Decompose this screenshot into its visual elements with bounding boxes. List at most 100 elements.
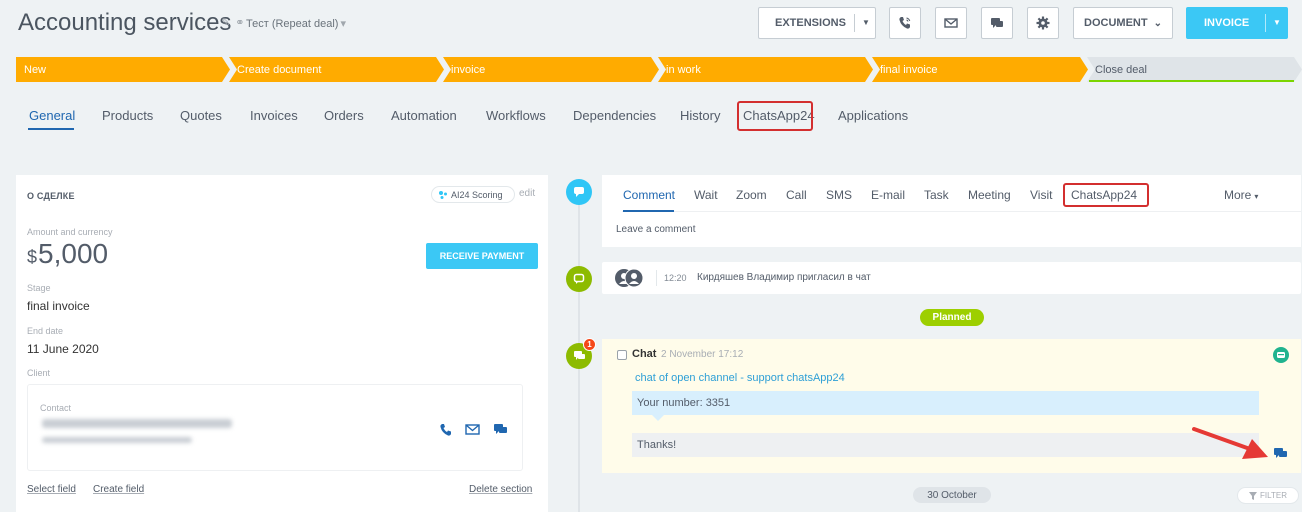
tab-dependencies[interactable]: Dependencies [573,108,656,123]
editor-tab-visit[interactable]: Visit [1030,188,1052,202]
scoring-icon [439,191,447,199]
chat-button[interactable] [981,7,1013,39]
chevron-down-icon: ▾ [340,18,346,30]
tab-invoices[interactable]: Invoices [250,108,298,123]
select-field-link[interactable]: Select field [27,484,76,495]
pipeline-stage-create-document[interactable]: Create document [229,57,444,82]
extensions-label: EXTENSIONS [775,17,846,29]
bottom-strip [0,512,1302,527]
arrow-annotation [1192,427,1268,459]
tab-orders[interactable]: Orders [324,108,364,123]
extensions-button[interactable]: EXTENSIONS ▼ [758,7,876,39]
card-title: О СДЕЛКЕ [27,191,75,201]
chevron-down-icon[interactable]: ▼ [1273,18,1281,27]
editor-tab-comment[interactable]: Comment [623,188,675,202]
editor-tab-meeting[interactable]: Meeting [968,188,1011,202]
page-title: Accounting services [18,9,232,36]
incoming-message: Your number: 3351 [632,391,1259,415]
title-actions: ✎ ⚭ [221,16,245,29]
stage-label: invoice [451,63,486,76]
pipeline-stage-final-invoice[interactable]: final invoice [872,57,1088,82]
unread-badge: 1 [583,338,596,351]
tab-history[interactable]: History [680,108,720,123]
chat-icon[interactable] [493,423,508,436]
pipeline-stage-in-work[interactable]: in work [658,57,873,82]
message-text: Thanks! [637,439,677,451]
phone-icon [899,17,911,29]
contact-card: Contact [27,384,523,471]
stage-label: in work [666,63,701,76]
timeline-event: 12:20 Кирдяшев Владимир пригласил в чат [602,262,1301,294]
envelope-icon[interactable] [465,423,480,436]
document-button[interactable]: DOCUMENT ⌄ [1073,7,1173,39]
edit-link[interactable]: edit [519,188,535,199]
phone-icon[interactable] [439,423,453,437]
comment-input[interactable]: Leave a comment [616,224,696,235]
amount-label: Amount and currency [27,227,113,237]
editor-tab-email[interactable]: E-mail [871,188,905,202]
date-separator: 30 October [913,487,991,503]
chat-channel-link[interactable]: chat of open channel - support chatsApp2… [635,372,845,384]
blurred-contact-email [42,437,192,443]
tab-workflows[interactable]: Workflows [486,108,546,123]
open-channel-icon[interactable] [1273,347,1289,363]
call-button[interactable] [889,7,921,39]
chat-event-dot-icon [566,266,592,292]
complete-checkbox[interactable] [617,350,627,360]
editor-tab-zoom[interactable]: Zoom [736,188,767,202]
delete-section-link[interactable]: Delete section [469,484,532,495]
chevron-down-icon[interactable]: ▼ [862,18,870,27]
create-field-link[interactable]: Create field [93,484,144,495]
filter-label: FILTER [1260,491,1287,500]
event-text: Кирдяшев Владимир пригласил в чат [697,272,871,283]
stage-label: Stage [27,283,51,293]
page-header: Accounting services ✎ ⚭ Тест (Repeat dea… [0,0,1302,48]
pipeline-stage-invoice[interactable]: invoice [443,57,659,82]
editor-tab-wait[interactable]: Wait [694,188,718,202]
users-icon [615,268,644,288]
tab-quotes[interactable]: Quotes [180,108,222,123]
gear-icon [1036,16,1050,30]
tab-applications[interactable]: Applications [838,108,908,123]
active-tab-underline [623,210,674,212]
client-label: Client [27,368,51,378]
email-button[interactable] [935,7,967,39]
message-tail [652,415,664,421]
settings-button[interactable] [1027,7,1059,39]
deal-type-select[interactable]: Тест (Repeat deal) ▾ [246,17,346,30]
invoice-label: INVOICE [1204,17,1250,29]
tab-automation[interactable]: Automation [391,108,457,123]
deal-type-label: Тест (Repeat deal) [246,18,339,30]
link-icon[interactable]: ⚭ [235,17,244,29]
comment-dot-icon [566,179,592,205]
tab-products[interactable]: Products [102,108,153,123]
pencil-icon[interactable]: ✎ [221,17,230,29]
tab-general[interactable]: General [29,108,75,123]
end-date-value: 11 June 2020 [27,342,99,356]
activity-editor: Comment Wait Zoom Call SMS E-mail Task M… [602,175,1301,247]
stage-label: New [24,63,47,76]
editor-tab-task[interactable]: Task [924,188,949,202]
stage-label: Close deal [1095,63,1147,76]
blurred-contact-name [42,419,232,428]
editor-more-menu[interactable]: More ▾ [1224,188,1258,202]
more-label: More [1224,188,1252,202]
chevron-down-icon: ⌄ [1153,17,1162,29]
chat-title: Chat [632,348,657,360]
stage-label: final invoice [880,63,938,76]
divider [1265,14,1266,32]
pipeline-stage-close-deal[interactable]: Close deal [1087,57,1302,82]
stage-label: Create document [237,63,322,76]
reply-chat-icon[interactable] [1273,447,1288,460]
editor-tab-call[interactable]: Call [786,188,807,202]
ai-scoring-button[interactable]: AI24 Scoring [431,186,515,203]
deal-tabs: General Products Quotes Invoices Orders … [0,100,1302,136]
chevron-down-icon: ▾ [1254,192,1259,201]
editor-tab-sms[interactable]: SMS [826,188,852,202]
receive-payment-button[interactable]: RECEIVE PAYMENT [426,243,538,269]
invoice-button[interactable]: INVOICE ▼ [1186,7,1288,39]
filter-button[interactable]: FILTER [1237,487,1299,504]
message-text: Your number: 3351 [637,397,731,409]
event-time: 12:20 [664,273,687,283]
pipeline-stage-new[interactable]: New [16,57,230,82]
